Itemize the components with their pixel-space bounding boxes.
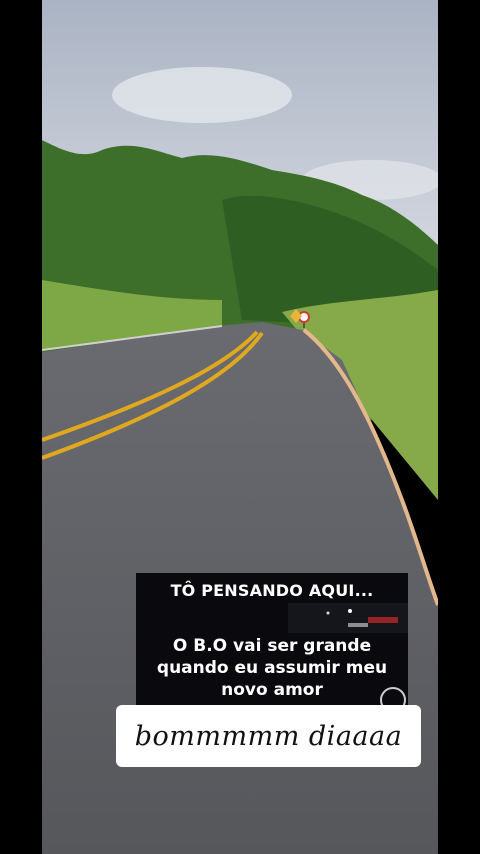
text-sticker[interactable]: bommmmm diaaaa (116, 705, 421, 767)
caption-line: novo amor (221, 680, 323, 700)
story-frame: TÔ PENSANDO AQUI... O B.O vai ser grande… (42, 0, 438, 854)
caption-box: TÔ PENSANDO AQUI... O B.O vai ser grande… (136, 573, 408, 705)
night-lights (288, 603, 408, 633)
caption-line: quando eu assumir meu (156, 658, 388, 678)
sticker-text: bommmmm diaaaa (134, 720, 403, 752)
caption-body: O B.O vai ser grande quando eu assumir m… (136, 635, 408, 701)
caption-title: TÔ PENSANDO AQUI... (170, 581, 374, 600)
cloud (112, 67, 292, 123)
caption-line: O B.O vai ser grande (172, 636, 372, 656)
